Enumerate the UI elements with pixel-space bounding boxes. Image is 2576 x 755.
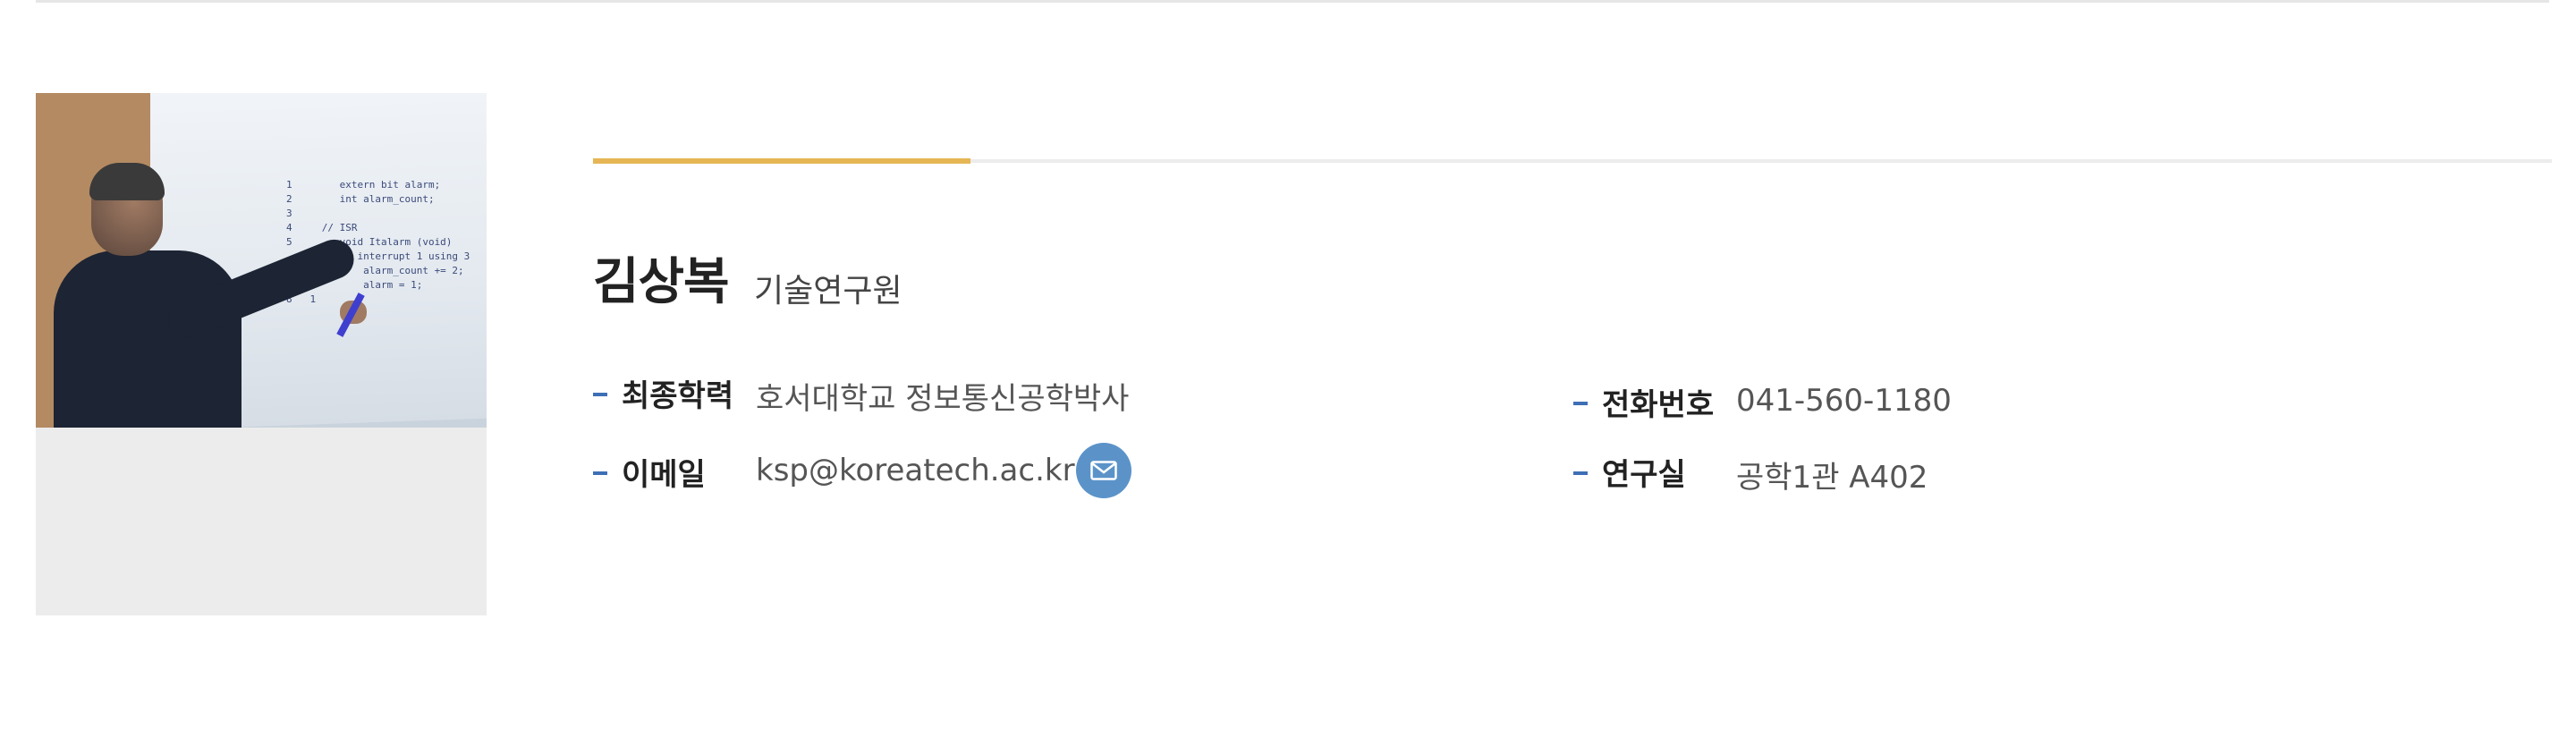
office-value: 공학1관 A402 — [1736, 460, 1928, 496]
email-label: 이메일 — [622, 456, 706, 493]
phone-value: 041-560-1180 — [1736, 383, 1952, 419]
email-value[interactable]: ksp@koreatech.ac.kr — [756, 453, 1075, 488]
phone-label: 전화번호 — [1602, 386, 1715, 423]
envelope-icon — [1090, 461, 1117, 480]
office-row: 연구실 — [1573, 449, 1686, 494]
send-email-button[interactable] — [1076, 443, 1131, 498]
bullet-dash — [1573, 471, 1588, 475]
bullet-dash — [1573, 402, 1588, 405]
office-label: 연구실 — [1602, 456, 1686, 493]
phone-row: 전화번호 — [1573, 379, 1714, 424]
bullet-dash — [593, 393, 607, 396]
heading-accent — [593, 158, 970, 164]
person-title: 기술연구원 — [754, 273, 902, 310]
education-row: 최종학력 — [593, 370, 733, 415]
education-label: 최종학력 — [622, 378, 734, 414]
bullet-dash — [593, 471, 607, 475]
profile-photo: 1 extern bit alarm; 2 int alarm_count; 3… — [36, 93, 487, 428]
education-value: 호서대학교 정보통신공학박사 — [756, 381, 1130, 417]
top-divider — [36, 0, 2549, 3]
profile-photo-card: 1 extern bit alarm; 2 int alarm_count; 3… — [36, 93, 487, 615]
person-name: 김상복 — [593, 253, 730, 311]
email-row: 이메일 — [593, 449, 706, 494]
